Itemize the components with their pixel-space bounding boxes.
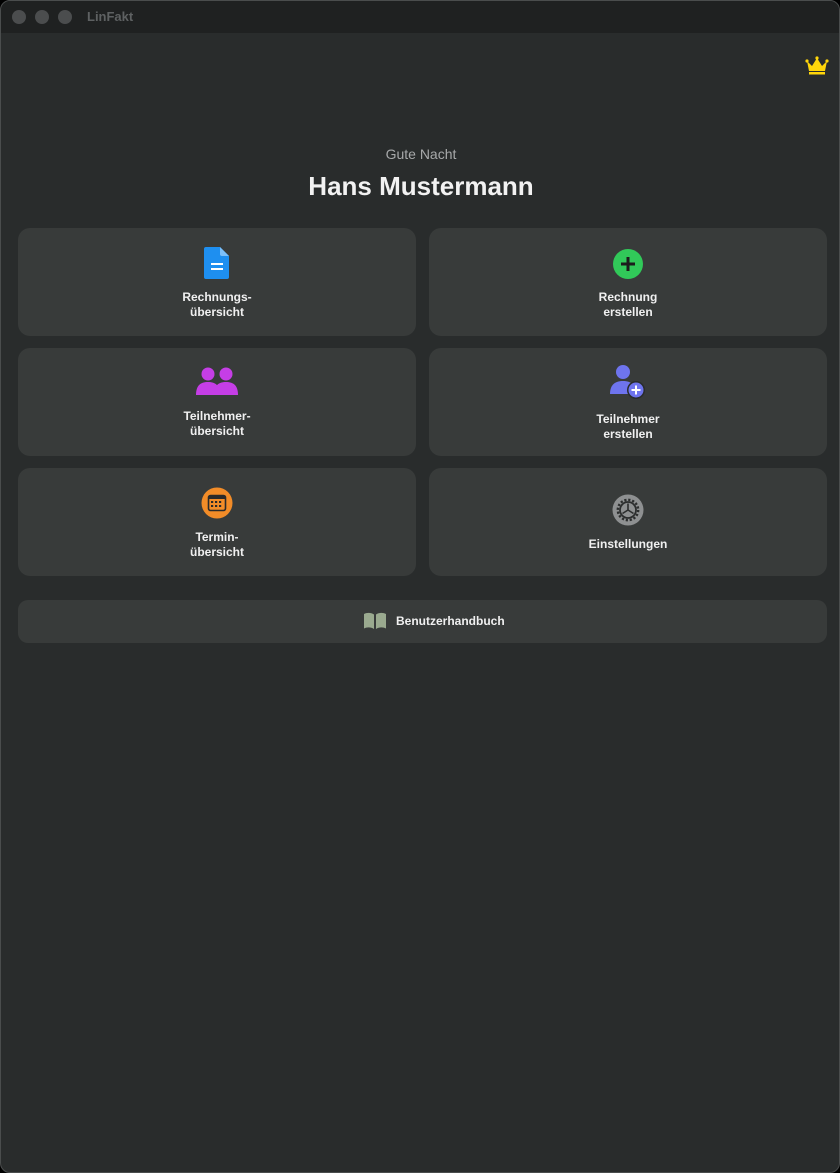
appointment-overview-button[interactable]: Termin- übersicht — [18, 468, 416, 576]
zoom-window-button[interactable] — [58, 10, 72, 24]
create-participant-button[interactable]: Teilnehmer erstellen — [429, 348, 827, 456]
plus-circle-icon — [613, 249, 643, 279]
tile-label: Termin- übersicht — [189, 530, 244, 559]
tile-label: Rechnung erstellen — [598, 290, 658, 319]
document-icon — [204, 247, 229, 279]
tile-label: Teilnehmer- übersicht — [183, 409, 251, 438]
crown-icon[interactable] — [805, 56, 829, 76]
tile-label: Rechnungs- übersicht — [182, 290, 252, 319]
title-bar: LinFakt — [1, 1, 839, 33]
user-manual-label: Benutzerhandbuch — [396, 614, 505, 628]
gear-icon — [612, 494, 644, 526]
user-manual-button[interactable]: Benutzerhandbuch — [18, 600, 827, 643]
app-window: LinFakt Gute Nacht Hans Mustermann Rechn… — [0, 0, 840, 1173]
user-name: Hans Mustermann — [308, 171, 534, 201]
close-window-button[interactable] — [12, 10, 26, 24]
greeting-text: Gute Nacht — [385, 146, 457, 162]
book-icon — [364, 612, 386, 629]
invoice-overview-button[interactable]: Rechnungs- übersicht — [18, 228, 416, 336]
tile-label: Einstellungen — [588, 537, 668, 551]
participant-overview-button[interactable]: Teilnehmer- übersicht — [18, 348, 416, 456]
calendar-icon — [201, 487, 233, 519]
create-invoice-button[interactable]: Rechnung erstellen — [429, 228, 827, 336]
settings-button[interactable]: Einstellungen — [429, 468, 827, 576]
minimize-window-button[interactable] — [35, 10, 49, 24]
person-add-icon — [610, 365, 645, 399]
tile-label: Teilnehmer erstellen — [596, 412, 660, 441]
people-icon — [196, 367, 238, 395]
window-title: LinFakt — [87, 9, 134, 24]
